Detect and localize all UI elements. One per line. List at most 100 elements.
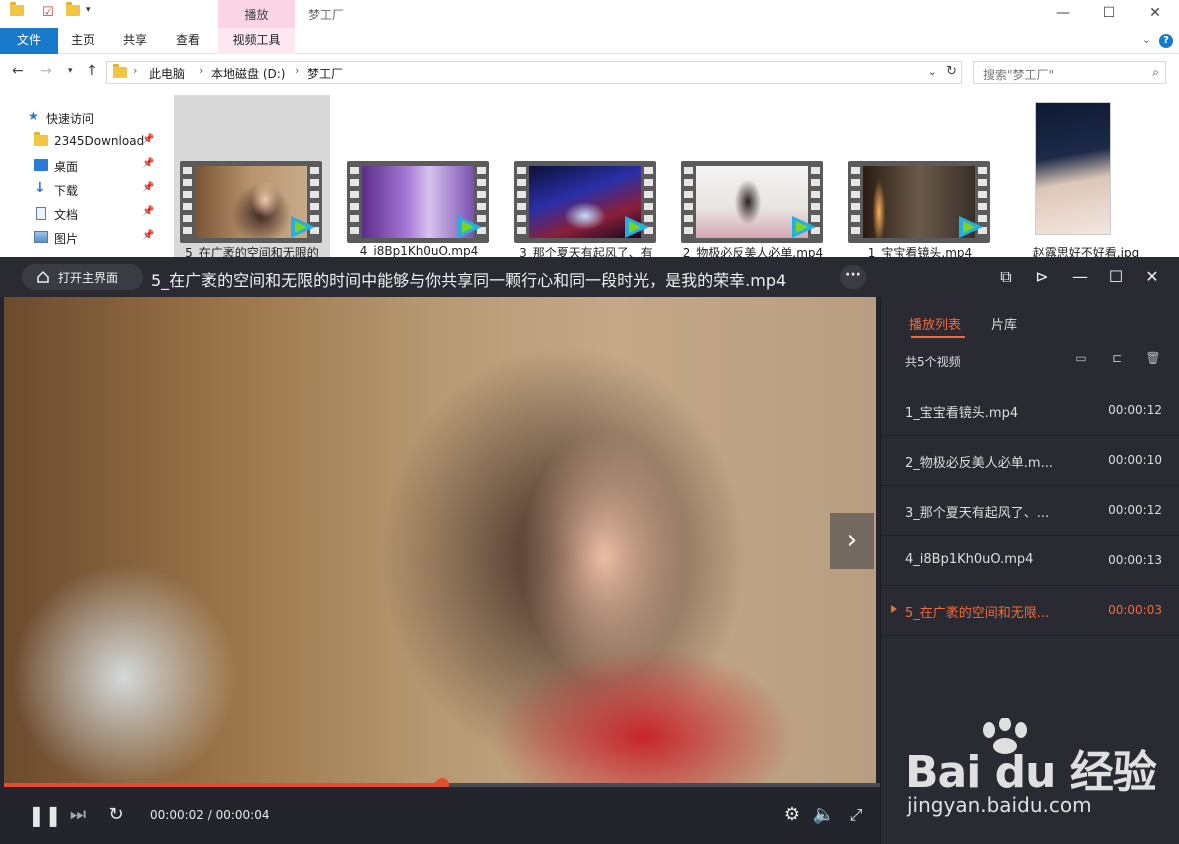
nav-item-pictures[interactable]: 图片 📌 [0,226,160,248]
pin-icon[interactable]: 📌 [142,134,154,145]
file-name: 4_i8Bp1Kh0uO.mp4 [359,244,479,258]
forward-icon[interactable]: → [40,63,52,79]
nav-item-desktop[interactable]: 桌面 📌 [0,154,160,176]
time-display: 00:00:02 / 00:00:04 [150,808,270,822]
quick-access-dropdown-icon[interactable]: ▾ [86,5,91,23]
nav-quick-access[interactable]: ★ 快速访问 [0,106,160,128]
playlist-item[interactable]: 1_宝宝看镜头.mp4 00:00:12 [881,386,1179,436]
nav-item-label: 2345Download [54,134,145,148]
nav-item-label: 文档 [54,208,79,222]
breadcrumb-drive[interactable]: 本地磁盘 (D:) [211,65,285,82]
open-home-button[interactable]: 打开主界面 [22,264,143,290]
tab-playlist[interactable]: 播放列表 [909,314,961,333]
close-icon[interactable]: ✕ [1132,0,1178,28]
tab-share[interactable]: 共享 [114,28,156,54]
breadcrumb-separator-icon[interactable]: › [295,64,299,77]
add-file-icon[interactable]: ⊏ [1109,351,1125,367]
playlist-item-current[interactable]: 5_在广袤的空间和无限... 00:00:03 [881,586,1179,636]
download-icon: ↓ [34,180,46,196]
file-item-video-2[interactable]: 2_物极必反美人必单.mp4 [675,95,831,260]
search-placeholder: 搜索"梦工厂" [983,68,1055,82]
playlist-item-duration: 00:00:13 [1108,553,1162,567]
back-icon[interactable]: ← [12,63,24,79]
playlist-item[interactable]: 3_那个夏天有起风了、... 00:00:12 [881,486,1179,536]
fullscreen-icon[interactable]: ⤢ [844,803,868,827]
tab-file[interactable]: 文件 [0,28,58,54]
search-icon[interactable]: ⌕ [1152,65,1159,80]
video-frame[interactable] [4,297,876,783]
pin-icon[interactable]: 📌 [142,182,154,193]
tab-video-tools[interactable]: 视频工具 [218,28,295,54]
tab-library[interactable]: 片库 [991,314,1017,333]
breadcrumb-this-pc[interactable]: 此电脑 [149,65,185,82]
refresh-icon[interactable]: ↻ [946,64,957,79]
file-item-video-3[interactable]: 3_那个夏天有起风了、有 [508,95,664,260]
address-bar[interactable]: › 此电脑 › 本地磁盘 (D:) › 梦工厂 ⌄ ↻ [106,61,962,84]
properties-icon[interactable]: ☑ [42,5,54,23]
next-video-icon[interactable]: › [830,513,874,569]
explorer-titlebar: ☑ ▾ [0,0,1179,28]
address-row: ← → ▾ ↑ › 此电脑 › 本地磁盘 (D:) › 梦工厂 ⌄ ↻ 搜索"梦… [0,55,1179,89]
playlist-item-duration: 00:00:12 [1108,503,1162,517]
player-title: 5_在广袤的空间和无限的时间中能够与你共享同一颗行心和同一段时光，是我的荣幸.m… [151,271,787,290]
breadcrumb-folder[interactable]: 梦工厂 [307,65,343,82]
pin-icon[interactable]: 📌 [142,158,154,169]
player-titlebar: 打开主界面 5_在广袤的空间和无限的时间中能够与你共享同一颗行心和同一段时光，是… [0,257,1179,297]
mini-mode-icon[interactable]: ⧉ [994,266,1018,288]
nav-item-label: 图片 [54,232,79,246]
ribbon: 文件 主页 共享 查看 视频工具 ⌄ ? [0,28,1179,54]
maximize-icon[interactable]: ☐ [1086,0,1132,28]
pin-icon[interactable]: 📌 [142,206,154,217]
volume-icon[interactable]: 🔈 [812,803,836,827]
up-icon[interactable]: ↑ [86,63,98,79]
open-folder-icon[interactable]: ▭ [1073,351,1089,367]
loop-mode-icon[interactable]: ↻ [104,803,128,827]
file-item-video-4[interactable]: 4_i8Bp1Kh0uO.mp4 [341,95,497,260]
next-track-icon[interactable]: ⏭ [66,803,90,827]
folder-icon [10,2,24,23]
pin-icon[interactable]: 📌 [142,230,154,241]
minimize-icon[interactable]: — [1040,0,1086,28]
file-item-video-1[interactable]: 1_宝宝看镜头.mp4 [842,95,998,260]
contextual-tab-play[interactable]: 播放 [218,6,295,23]
ribbon-expand-icon[interactable]: ⌄ [1142,33,1151,46]
player-close-icon[interactable]: ✕ [1140,266,1164,288]
playlist-item[interactable]: 4_i8Bp1Kh0uO.mp4 00:00:13 [881,536,1179,586]
breadcrumb-separator-icon[interactable]: › [199,64,203,77]
recent-locations-icon[interactable]: ▾ [68,66,73,76]
file-item-video-5[interactable]: 5_在广袤的空间和无限的 [174,95,330,260]
file-item-image[interactable]: 赵露思好不好看.jpg [1008,95,1164,260]
playlist-item-duration: 00:00:03 [1108,603,1162,617]
document-icon [36,207,46,220]
breadcrumb-separator-icon[interactable]: › [133,64,137,77]
settings-icon[interactable]: ⚙ [780,803,804,827]
playlist-item-name: 2_物极必反美人必单.m... [905,456,1053,471]
new-folder-icon[interactable] [66,2,80,23]
nav-item-label: 桌面 [54,160,79,174]
help-icon[interactable]: ? [1159,34,1173,48]
nav-quick-access-label: 快速访问 [46,112,95,126]
playlist-item-name: 5_在广袤的空间和无限... [905,606,1050,621]
playlist-item[interactable]: 2_物极必反美人必单.m... 00:00:10 [881,436,1179,486]
player-maximize-icon[interactable]: ☐ [1104,266,1128,288]
address-dropdown-icon[interactable]: ⌄ [928,65,937,78]
navigation-pane: ★ 快速访问 2345Download 📌 桌面 📌 ↓ 下载 📌 文档 📌 图… [0,95,160,260]
control-bar: ❚❚ ⏭ ↻ 00:00:02 / 00:00:04 ⚙ 🔈 ⤢ [0,787,880,844]
delete-icon[interactable]: 🗑 [1145,351,1161,367]
more-options-icon[interactable]: ··· [840,265,866,289]
watermark-url: jingyan.baidu.com [907,793,1092,817]
search-input[interactable]: 搜索"梦工厂" ⌕ [973,61,1166,84]
star-icon: ★ [28,109,39,123]
playlist-item-name: 3_那个夏天有起风了、... [905,506,1050,521]
folder-icon [34,132,48,147]
playlist-count: 共5个视频 [905,355,961,369]
nav-item-documents[interactable]: 文档 📌 [0,202,160,224]
tab-view[interactable]: 查看 [167,28,209,54]
tab-home[interactable]: 主页 [62,28,104,54]
pin-on-top-icon[interactable]: ⊳ [1030,266,1054,288]
baidu-watermark: Bai du 经验 jingyan.baidu.com [905,718,1165,828]
player-minimize-icon[interactable]: — [1068,266,1092,288]
nav-item-downloads[interactable]: ↓ 下载 📌 [0,178,160,200]
nav-item-2345download[interactable]: 2345Download 📌 [0,130,160,152]
pause-icon[interactable]: ❚❚ [28,803,62,827]
